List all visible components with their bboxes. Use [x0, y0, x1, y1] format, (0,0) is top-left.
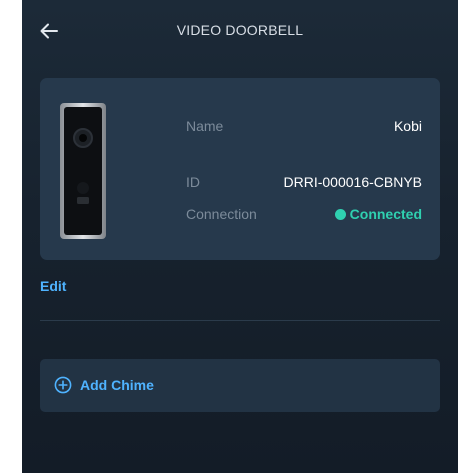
id-label: ID	[186, 174, 200, 190]
add-chime-button[interactable]: Add Chime	[40, 359, 440, 412]
connection-value: Connected	[349, 206, 422, 222]
header: VIDEO DOORBELL	[22, 0, 458, 64]
connection-row: Connection Connected	[186, 206, 422, 226]
connection-label: Connection	[186, 206, 257, 222]
name-row: Name Kobi	[186, 118, 422, 138]
doorbell-image	[60, 103, 106, 239]
edit-button[interactable]: Edit	[40, 278, 66, 294]
status-badge: Connected	[334, 206, 422, 222]
app-screen: VIDEO DOORBELL Name Kobi ID DRRI-000016-…	[22, 0, 458, 473]
plus-circle-icon	[54, 376, 72, 394]
status-dot-icon	[334, 208, 346, 220]
add-chime-label: Add Chime	[80, 377, 154, 393]
name-value: Kobi	[393, 118, 422, 134]
id-row: ID DRRI-000016-CBNYB	[186, 174, 422, 194]
id-value: DRRI-000016-CBNYB	[283, 174, 423, 190]
device-card: Name Kobi ID DRRI-000016-CBNYB Connectio…	[40, 78, 440, 260]
name-label: Name	[186, 118, 224, 134]
page-title: VIDEO DOORBELL	[176, 22, 304, 38]
divider	[40, 320, 440, 321]
